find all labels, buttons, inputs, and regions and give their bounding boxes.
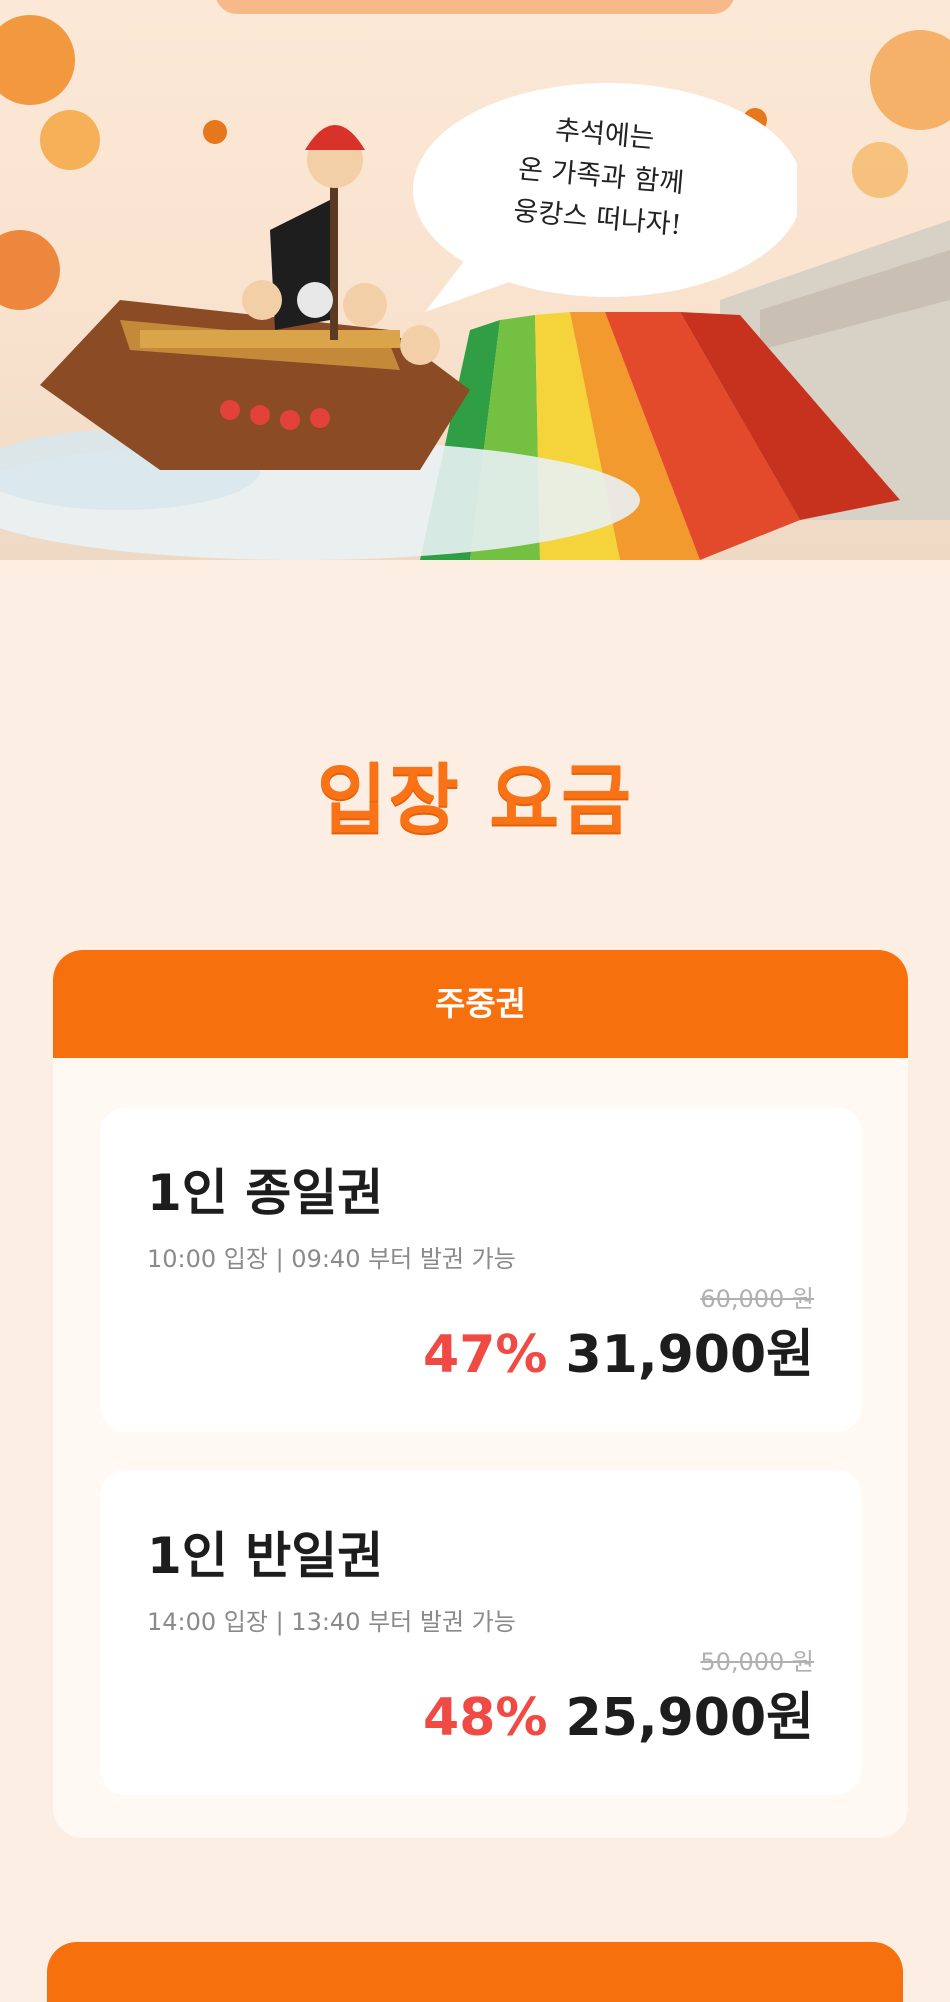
ticket-description: 14:00 입장 | 13:40 부터 발권 가능 — [147, 1608, 516, 1636]
hero-banner: 추석에는 온 가족과 함께 웅캉스 떠나자! — [0, 0, 950, 560]
ticket-name: 1인 종일권 — [147, 1164, 384, 1222]
ticket-price-row: 47% 31,900원 — [423, 1312, 814, 1387]
ticket-description: 10:00 입장 | 09:40 부터 발권 가능 — [147, 1245, 516, 1273]
ticket-discount: 47% — [423, 1325, 548, 1385]
hero-top-tab — [215, 0, 735, 14]
section-title: 입장 요금 — [316, 755, 634, 844]
ticket-card-half-day[interactable]: 1인 반일권 14:00 입장 | 13:40 부터 발권 가능 50,000 … — [100, 1470, 862, 1795]
next-section-header — [47, 1942, 903, 2002]
ticket-price: 31,900원 — [565, 1325, 814, 1385]
price-panel: 주중권 1인 종일권 10:00 입장 | 09:40 부터 발권 가능 60,… — [53, 950, 908, 1838]
ticket-name: 1인 반일권 — [147, 1527, 384, 1585]
speech-bubble: 추석에는 온 가족과 함께 웅캉스 떠나자! — [405, 80, 797, 316]
ticket-original-price: 50,000 원 — [700, 1648, 814, 1676]
ticket-price: 25,900원 — [565, 1688, 814, 1748]
ticket-original-price: 60,000 원 — [700, 1285, 814, 1313]
panel-header-weekday: 주중권 — [53, 950, 908, 1058]
ticket-discount: 48% — [423, 1688, 548, 1748]
ticket-price-row: 48% 25,900원 — [423, 1675, 814, 1750]
ticket-card-full-day[interactable]: 1인 종일권 10:00 입장 | 09:40 부터 발권 가능 60,000 … — [100, 1107, 862, 1432]
